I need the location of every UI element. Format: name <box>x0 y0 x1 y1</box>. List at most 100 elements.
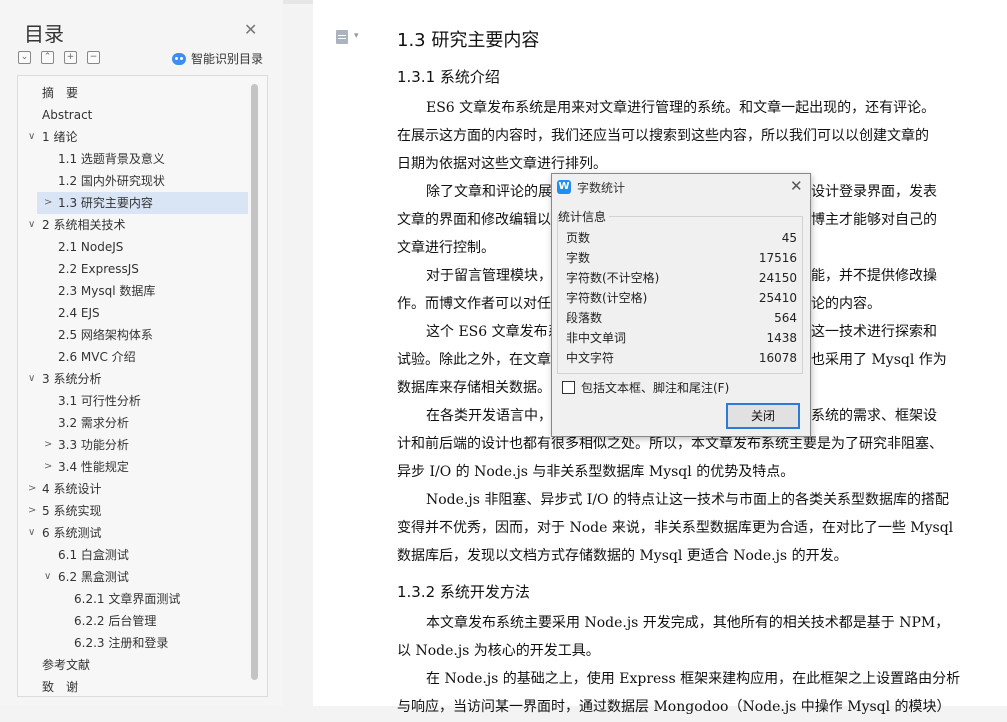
chevron-down-icon[interactable]: ∨ <box>44 566 51 588</box>
stat-label: 中文字符 <box>566 351 615 365</box>
stat-label: 字符数(不计空格) <box>566 271 660 285</box>
subsection-heading-2: 1.3.2 系统开发方法 <box>397 583 530 601</box>
page-icon[interactable] <box>336 30 348 44</box>
toc-close-icon[interactable]: ✕ <box>244 20 257 39</box>
toc-item[interactable]: 6.2.3 注册和登录 <box>18 632 248 654</box>
doc-line: 对于留言管理模块， <box>426 268 552 284</box>
doc-line: 文章的界面和修改编辑以 <box>397 212 551 228</box>
toc-item-label: 2 系统相关技术 <box>42 218 126 232</box>
chevron-right-icon[interactable]: > <box>28 478 36 500</box>
collapse-all-icon[interactable]: ⌄ <box>18 51 31 64</box>
toc-item-label: 1 绪论 <box>42 130 78 144</box>
toc-item[interactable]: 6.1 白盒测试 <box>18 544 248 566</box>
subsection-heading-1: 1.3.1 系统介绍 <box>397 68 500 86</box>
stat-label: 字数 <box>566 251 591 265</box>
doc-line: 设计登录界面，发表 <box>811 184 937 200</box>
chevron-down-icon[interactable]: ▾ <box>354 31 359 41</box>
toc-item[interactable]: 2.5 网络架构体系 <box>18 324 248 346</box>
chevron-right-icon[interactable]: > <box>44 192 52 214</box>
toc-item[interactable]: 3.2 需求分析 <box>18 412 248 434</box>
stat-row: 字符数(不计空格) 24150 <box>566 268 797 288</box>
smart-toc-button[interactable]: 智能识别目录 <box>172 50 263 67</box>
chevron-right-icon[interactable]: > <box>44 434 52 456</box>
chevron-down-icon[interactable]: ∨ <box>28 214 35 236</box>
doc-line: 数据库后，发现以文档方式存储数据的 Mysql 更适合 Node.js 的开发。 <box>397 548 848 564</box>
doc-line: 能，并不提供修改操 <box>811 268 937 284</box>
toc-item-label: 2.2 ExpressJS <box>58 262 139 276</box>
doc-line: 文章进行控制。 <box>397 240 495 256</box>
toc-toolbar: ⌄ ⌃ + − <box>18 51 100 64</box>
toc-item[interactable]: 6.2.1 文章界面测试 <box>18 588 248 610</box>
doc-line: 在各类开发语言中， <box>426 408 552 424</box>
toc-item-label: Abstract <box>42 108 93 122</box>
toc-item-label: 2.5 网络架构体系 <box>58 328 153 342</box>
close-icon[interactable]: ✕ <box>790 177 803 195</box>
toc-item[interactable]: >4 系统设计 <box>18 478 248 500</box>
toc-item-label: 6.2 黑盒测试 <box>58 570 129 584</box>
toc-item-label: 4 系统设计 <box>42 482 102 496</box>
doc-line: 系统的需求、框架设 <box>811 408 937 424</box>
chevron-right-icon[interactable]: > <box>44 456 52 478</box>
toc-item[interactable]: >5 系统实现 <box>18 500 248 522</box>
toc-item[interactable]: 2.4 EJS <box>18 302 248 324</box>
chevron-right-icon[interactable]: > <box>28 500 36 522</box>
chevron-down-icon[interactable]: ∨ <box>28 126 35 148</box>
toc-scrollbar[interactable] <box>251 84 258 680</box>
stat-row: 中文字符 16078 <box>566 348 797 368</box>
toc-item[interactable]: 1.1 选题背景及意义 <box>18 148 248 170</box>
toc-item[interactable]: 2.6 MVC 介绍 <box>18 346 248 368</box>
toc-item-label: 摘 要 <box>42 86 79 100</box>
toc-item[interactable]: ∨ 2 系统相关技术 <box>18 214 248 236</box>
toc-item[interactable]: ∨ 6 系统测试 <box>18 522 248 544</box>
toc-item[interactable]: ∨ 1 绪论 <box>18 126 248 148</box>
toc-item-label: 2.6 MVC 介绍 <box>58 350 136 364</box>
toc-item[interactable]: 参考文献 <box>18 654 248 676</box>
toc-item[interactable]: >1.3 研究主要内容 <box>37 192 248 214</box>
doc-line: 论的内容。 <box>811 296 881 312</box>
dialog-titlebar[interactable]: W 字数统计 ✕ <box>552 174 810 200</box>
toc-item-label: 1.1 选题背景及意义 <box>58 152 165 166</box>
chevron-down-icon[interactable]: ∨ <box>28 368 35 390</box>
toc-item-label: 3 系统分析 <box>42 372 102 386</box>
toc-tree: 摘 要 Abstract ∨ 1 绪论 1.1 选题背景及意义 1.2 国内外研究现状 >1… <box>17 75 268 697</box>
word-count-dialog: W 字数统计 ✕ 统计信息 页数 45 字数 17516 字符数(不计空格) 2… <box>551 173 811 437</box>
toc-item-label: 2.4 EJS <box>58 306 100 320</box>
toc-item[interactable]: 3.1 可行性分析 <box>18 390 248 412</box>
toc-item[interactable]: 摘 要 <box>18 82 248 104</box>
toc-list: 摘 要 Abstract ∨ 1 绪论 1.1 选题背景及意义 1.2 国内外研究现状 >1… <box>18 82 248 696</box>
expand-all-icon[interactable]: ⌃ <box>41 51 54 64</box>
stat-row: 非中文单词 1438 <box>566 328 797 348</box>
toc-item[interactable]: >3.3 功能分析 <box>18 434 248 456</box>
toc-title: 目录 <box>24 22 64 46</box>
toc-item-label: 5 系统实现 <box>42 504 102 518</box>
stat-row: 字符数(计空格) 25410 <box>566 288 797 308</box>
toc-item[interactable]: 2.1 NodeJS <box>18 236 248 258</box>
doc-line: Node.js 非阻塞、异步式 I/O 的特点让这一技术与市面上的各类关系型数据… <box>426 492 949 508</box>
toc-item[interactable]: 6.2.2 后台管理 <box>18 610 248 632</box>
smart-robot-icon <box>172 52 186 65</box>
toc-item[interactable]: ∨ 6.2 黑盒测试 <box>18 566 248 588</box>
doc-line: 也采用了 Mysql 作为 <box>811 352 947 368</box>
toc-item[interactable]: 致 谢 <box>18 676 248 696</box>
stat-row: 页数 45 <box>566 228 797 248</box>
smart-toc-label: 智能识别目录 <box>191 52 264 66</box>
toc-item[interactable]: >3.4 性能规定 <box>18 456 248 478</box>
toc-item[interactable]: 2.3 Mysql 数据库 <box>18 280 248 302</box>
stat-value: 25410 <box>758 291 797 305</box>
toc-item[interactable]: ∨ 3 系统分析 <box>18 368 248 390</box>
include-textbox-checkbox[interactable] <box>562 381 575 394</box>
close-button[interactable]: 关闭 <box>726 403 800 429</box>
toc-item[interactable]: 2.2 ExpressJS <box>18 258 248 280</box>
toc-item[interactable]: Abstract <box>18 104 248 126</box>
toc-item[interactable]: 1.2 国内外研究现状 <box>18 170 248 192</box>
remove-heading-icon[interactable]: − <box>87 51 100 64</box>
stats-group-label: 统计信息 <box>558 208 610 225</box>
include-textbox-option[interactable]: 包括文本框、脚注和尾注(F) <box>562 379 729 396</box>
toc-item-label: 6.2.1 文章界面测试 <box>74 592 181 606</box>
chevron-down-icon[interactable]: ∨ <box>28 522 35 544</box>
doc-line: 这个 ES6 文章发布系 <box>426 324 562 340</box>
toc-item-label: 6.2.2 后台管理 <box>74 614 157 628</box>
doc-line: 博主才能够对自己的 <box>811 212 937 228</box>
toc-item-label: 2.1 NodeJS <box>58 240 124 254</box>
add-heading-icon[interactable]: + <box>64 51 77 64</box>
